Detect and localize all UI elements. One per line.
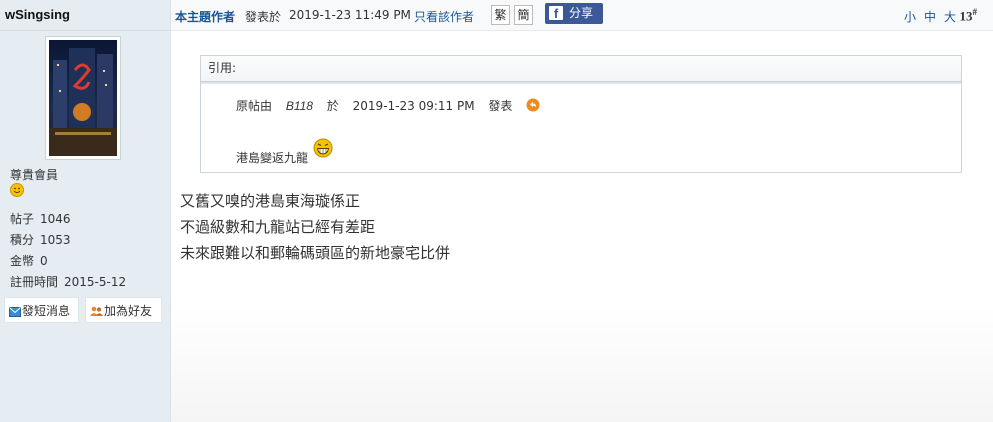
thread-author-label[interactable]: 本主題作者	[175, 8, 235, 25]
go-to-post-icon[interactable]	[526, 98, 540, 112]
quote-author[interactable]: B118	[286, 99, 313, 113]
grin-emoji-icon	[313, 138, 333, 158]
stat-coins: 金幣 0	[10, 254, 48, 268]
stat-posts: 帖子 1046	[10, 212, 71, 226]
post-line: 不過級數和九龍站已經有差距	[180, 218, 376, 236]
send-message-button[interactable]: 發短消息	[4, 297, 79, 323]
font-size-medium[interactable]: 中	[924, 8, 936, 25]
post-body: 又舊又嗅的港島東海璇係正 不過級數和九龍站已經有差距 未來跟難以和郵輪碼頭區的新…	[180, 188, 450, 266]
only-author-link[interactable]: 只看該作者	[414, 8, 474, 25]
avatar-image	[49, 40, 117, 156]
facebook-icon: f	[549, 6, 563, 21]
post-number[interactable]: 13#	[960, 7, 978, 24]
user-rank: 尊貴會員	[10, 168, 59, 182]
stat-register-date: 註冊時間 2015-5-12	[10, 275, 127, 289]
quote-datetime: 2019-1-23 09:11 PM	[352, 99, 475, 113]
font-size-small[interactable]: 小	[904, 8, 916, 25]
post-line: 未來跟難以和郵輪碼頭區的新地豪宅比併	[180, 244, 451, 262]
post-datetime: 2019-1-23 11:49 PM	[289, 8, 411, 22]
traditional-chinese-button[interactable]: 繁	[491, 5, 510, 25]
quote-meta: 原帖由 B118 於 2019-1-23 09:11 PM 發表	[236, 97, 540, 114]
post-line: 又舊又嗅的港島東海璇係正	[180, 192, 361, 210]
user-stats: 帖子 1046 積分 1053 金幣 0 註冊時間 2015-5-12	[10, 209, 126, 293]
quote-header: 引用:	[201, 56, 961, 82]
avatar[interactable]	[45, 36, 121, 160]
post-info-bar: 本主題作者 發表於 2019-1-23 11:49 PM 只看該作者 繁 簡 f…	[171, 0, 993, 31]
simplified-chinese-button[interactable]: 簡	[514, 5, 533, 25]
friends-icon	[90, 306, 103, 316]
facebook-share-button[interactable]: f 分享	[545, 3, 603, 24]
author-username[interactable]: wSingsing	[0, 0, 170, 31]
quote-text: 港島變返九龍	[236, 138, 333, 166]
font-size-large[interactable]: 大	[944, 8, 956, 25]
smiley-rank-icon	[10, 183, 24, 200]
author-sidebar: wSingsing 尊貴會員 帖子 1046 積分 1053 金幣 0 註冊時間…	[0, 0, 171, 422]
add-friend-button[interactable]: 加為好友	[85, 297, 162, 323]
posted-label: 發表於	[245, 10, 282, 24]
quote-block: 引用: 原帖由 B118 於 2019-1-23 09:11 PM 發表 港島變…	[200, 55, 962, 173]
stat-points: 積分 1053	[10, 233, 71, 247]
envelope-icon	[9, 307, 21, 317]
